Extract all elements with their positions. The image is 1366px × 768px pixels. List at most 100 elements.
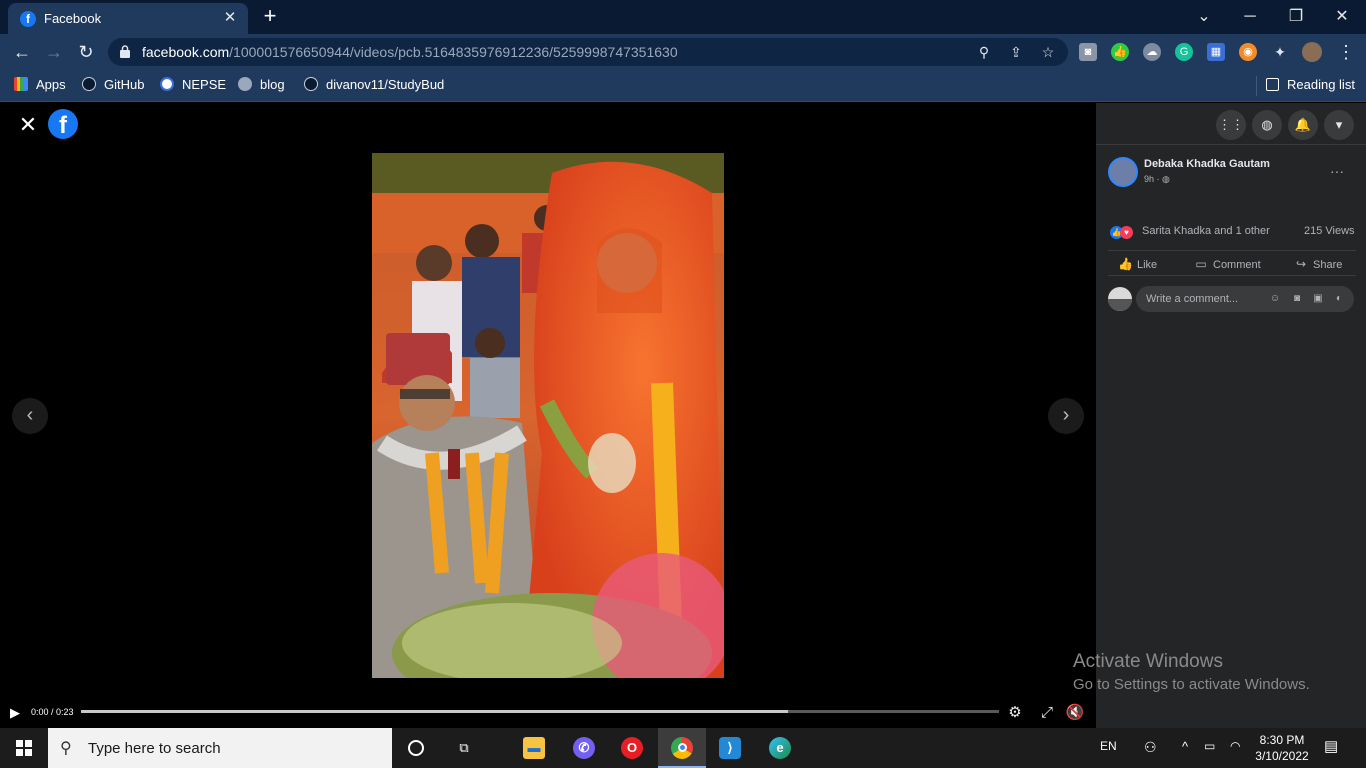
new-tab-button[interactable]: + — [258, 5, 282, 29]
like-label: Like — [1137, 259, 1158, 271]
cortana-icon — [408, 740, 424, 756]
clock-date: 3/10/2022 — [1255, 749, 1309, 763]
bookmark-star-icon[interactable]: ☆ — [1038, 42, 1058, 62]
viber-icon: ✆ — [573, 737, 595, 759]
activate-subtitle: Go to Settings to activate Windows. — [1073, 676, 1310, 693]
taskbar-search-box[interactable]: ⚲ Type here to search — [48, 728, 392, 768]
post-side-panel: ⋮⋮ ◍ 🔔 ▾ Debaka Khadka Gautam 9h · ◍ ···… — [1096, 103, 1366, 728]
bookmark-apps[interactable]: Apps — [14, 77, 66, 92]
bookmark-nepse[interactable]: NEPSE — [160, 77, 226, 92]
window-close-button[interactable]: ✕ — [1320, 4, 1364, 30]
notifications-bell-icon[interactable]: 🔔 — [1288, 110, 1318, 140]
thumbs-up-extension-icon[interactable]: 👍 — [1111, 43, 1129, 61]
zoom-icon[interactable]: ⚲ — [974, 42, 994, 62]
rss-extension-icon[interactable]: ◉ — [1239, 43, 1257, 61]
author-avatar[interactable] — [1108, 157, 1138, 187]
address-bar[interactable]: facebook.com/100001576650944/videos/pcb.… — [108, 38, 1068, 66]
camera-icon[interactable]: ◙ — [1290, 292, 1304, 306]
edge-icon: e — [769, 737, 791, 759]
messenger-icon[interactable]: ◍ — [1252, 110, 1282, 140]
language-indicator[interactable]: EN — [1100, 739, 1117, 753]
opera-button[interactable]: O — [608, 728, 656, 768]
play-icon[interactable]: ▶ — [10, 705, 24, 721]
next-arrow-button[interactable]: › — [1048, 398, 1084, 434]
apps-grid-icon — [14, 77, 28, 91]
reload-icon[interactable]: ↻ — [74, 40, 98, 64]
forward-arrow-icon[interactable]: → — [42, 40, 66, 64]
bookmark-studybud[interactable]: divanov11/StudyBud — [304, 77, 444, 92]
facebook-logo-icon[interactable]: f — [48, 109, 78, 139]
file-explorer-button[interactable]: ▬ — [510, 728, 558, 768]
bookmark-github[interactable]: GitHub — [82, 77, 144, 92]
post-timestamp[interactable]: 9h · ◍ — [1144, 174, 1170, 185]
profile-avatar[interactable] — [1302, 42, 1322, 62]
gif-icon[interactable]: ▣ — [1311, 292, 1325, 306]
comment-input[interactable]: Write a comment... ☺ ◙ ▣ ◐ — [1136, 286, 1354, 312]
reading-list-label: Reading list — [1287, 77, 1355, 92]
comment-placeholder: Write a comment... — [1146, 293, 1239, 305]
previous-arrow-button[interactable]: ‹ — [12, 398, 48, 434]
notifications-icon[interactable]: ▤ — [1324, 737, 1338, 755]
minimize-button[interactable]: ─ — [1228, 4, 1272, 30]
restore-button[interactable]: ❐ — [1274, 4, 1318, 30]
menu-grid-icon[interactable]: ⋮⋮ — [1216, 110, 1246, 140]
back-arrow-icon[interactable]: ← — [10, 40, 34, 64]
edge-button[interactable]: e — [756, 728, 804, 768]
comment-button[interactable]: ▭ Comment — [1194, 257, 1260, 271]
sticker-icon[interactable]: ◐ — [1332, 292, 1346, 306]
browser-toolbar: ← → ↻ facebook.com/100001576650944/video… — [0, 34, 1366, 99]
share-icon[interactable]: ⇪ — [1006, 42, 1026, 62]
extensions-puzzle-icon[interactable]: ✦ — [1271, 43, 1289, 61]
lock-icon — [120, 45, 130, 58]
search-icon: ⚲ — [60, 740, 72, 757]
wifi-icon[interactable]: ◠ — [1230, 739, 1240, 753]
taskbar-clock[interactable]: 8:30 PM 3/10/2022 — [1252, 732, 1312, 764]
wedding-photo — [372, 153, 724, 678]
video-time: 0:00 / 0:23 — [31, 707, 74, 717]
close-viewer-icon[interactable]: ✕ — [16, 113, 40, 137]
viber-button[interactable]: ✆ — [560, 728, 608, 768]
share-arrow-icon: ↪ — [1295, 257, 1307, 271]
task-view-button[interactable]: ⧉ — [440, 728, 488, 768]
bookmarks-bar: Apps GitHub NEPSE blog divanov11/StudyBu… — [0, 70, 1366, 102]
comment-bubble-icon: ▭ — [1195, 257, 1207, 271]
bank-extension-icon[interactable]: ▦ — [1207, 43, 1225, 61]
globe-icon: ◍ — [1162, 174, 1170, 184]
tab-search-dropdown-icon[interactable]: ⌄ — [1182, 4, 1226, 30]
emoji-icon[interactable]: ☺ — [1268, 292, 1282, 306]
camera-extension-icon[interactable]: ◙ — [1079, 43, 1097, 61]
share-button[interactable]: ↪ Share — [1294, 257, 1342, 271]
chrome-menu-icon[interactable]: ⋮ — [1334, 40, 1358, 64]
bookmark-blog[interactable]: blog — [238, 77, 285, 92]
grammarly-icon[interactable]: G — [1175, 43, 1193, 61]
love-reaction-icon: ♥ — [1120, 226, 1133, 240]
facebook-favicon-icon: f — [20, 11, 36, 27]
fullscreen-icon[interactable]: ⤢ — [1037, 703, 1057, 723]
reaction-icons[interactable]: 👍 ♥ — [1110, 224, 1133, 242]
tab-close-icon[interactable]: ✕ — [220, 8, 240, 28]
author-name[interactable]: Debaka Khadka Gautam — [1144, 158, 1270, 170]
chrome-button[interactable] — [658, 728, 706, 768]
bookmark-label: divanov11/StudyBud — [326, 77, 445, 92]
reactions-summary[interactable]: Sarita Khadka and 1 other — [1142, 225, 1270, 237]
like-button[interactable]: 👍 Like — [1118, 257, 1157, 271]
show-hidden-icons-chevron-icon[interactable]: ^ — [1182, 739, 1188, 754]
settings-gear-icon[interactable]: ⚙ — [1005, 703, 1025, 723]
more-options-icon[interactable]: ··· — [1330, 163, 1344, 179]
cloud-extension-icon[interactable]: ☁ — [1143, 43, 1161, 61]
vscode-button[interactable]: ⟩ — [706, 728, 754, 768]
browser-tab-facebook[interactable]: f Facebook ✕ — [8, 3, 248, 34]
windows-taskbar: ⚲ Type here to search ⧉ ▬ ✆ O ⟩ e EN ⚇ ^… — [0, 728, 1366, 768]
account-dropdown-icon[interactable]: ▾ — [1324, 110, 1354, 140]
reading-list-button[interactable]: Reading list — [1266, 77, 1355, 92]
people-icon[interactable]: ⚇ — [1144, 739, 1157, 756]
video-progress-bar[interactable] — [81, 710, 999, 713]
cortana-button[interactable] — [392, 728, 440, 768]
battery-icon[interactable]: ▭ — [1204, 739, 1215, 753]
windows-start-icon[interactable] — [0, 728, 48, 768]
mute-icon[interactable]: 🔇 — [1065, 703, 1085, 723]
url-path: /100001576650944/videos/pcb.516483597691… — [229, 44, 678, 60]
vscode-icon: ⟩ — [719, 737, 741, 759]
post-age: 9h · — [1144, 174, 1160, 184]
activate-title: Activate Windows — [1073, 651, 1223, 672]
